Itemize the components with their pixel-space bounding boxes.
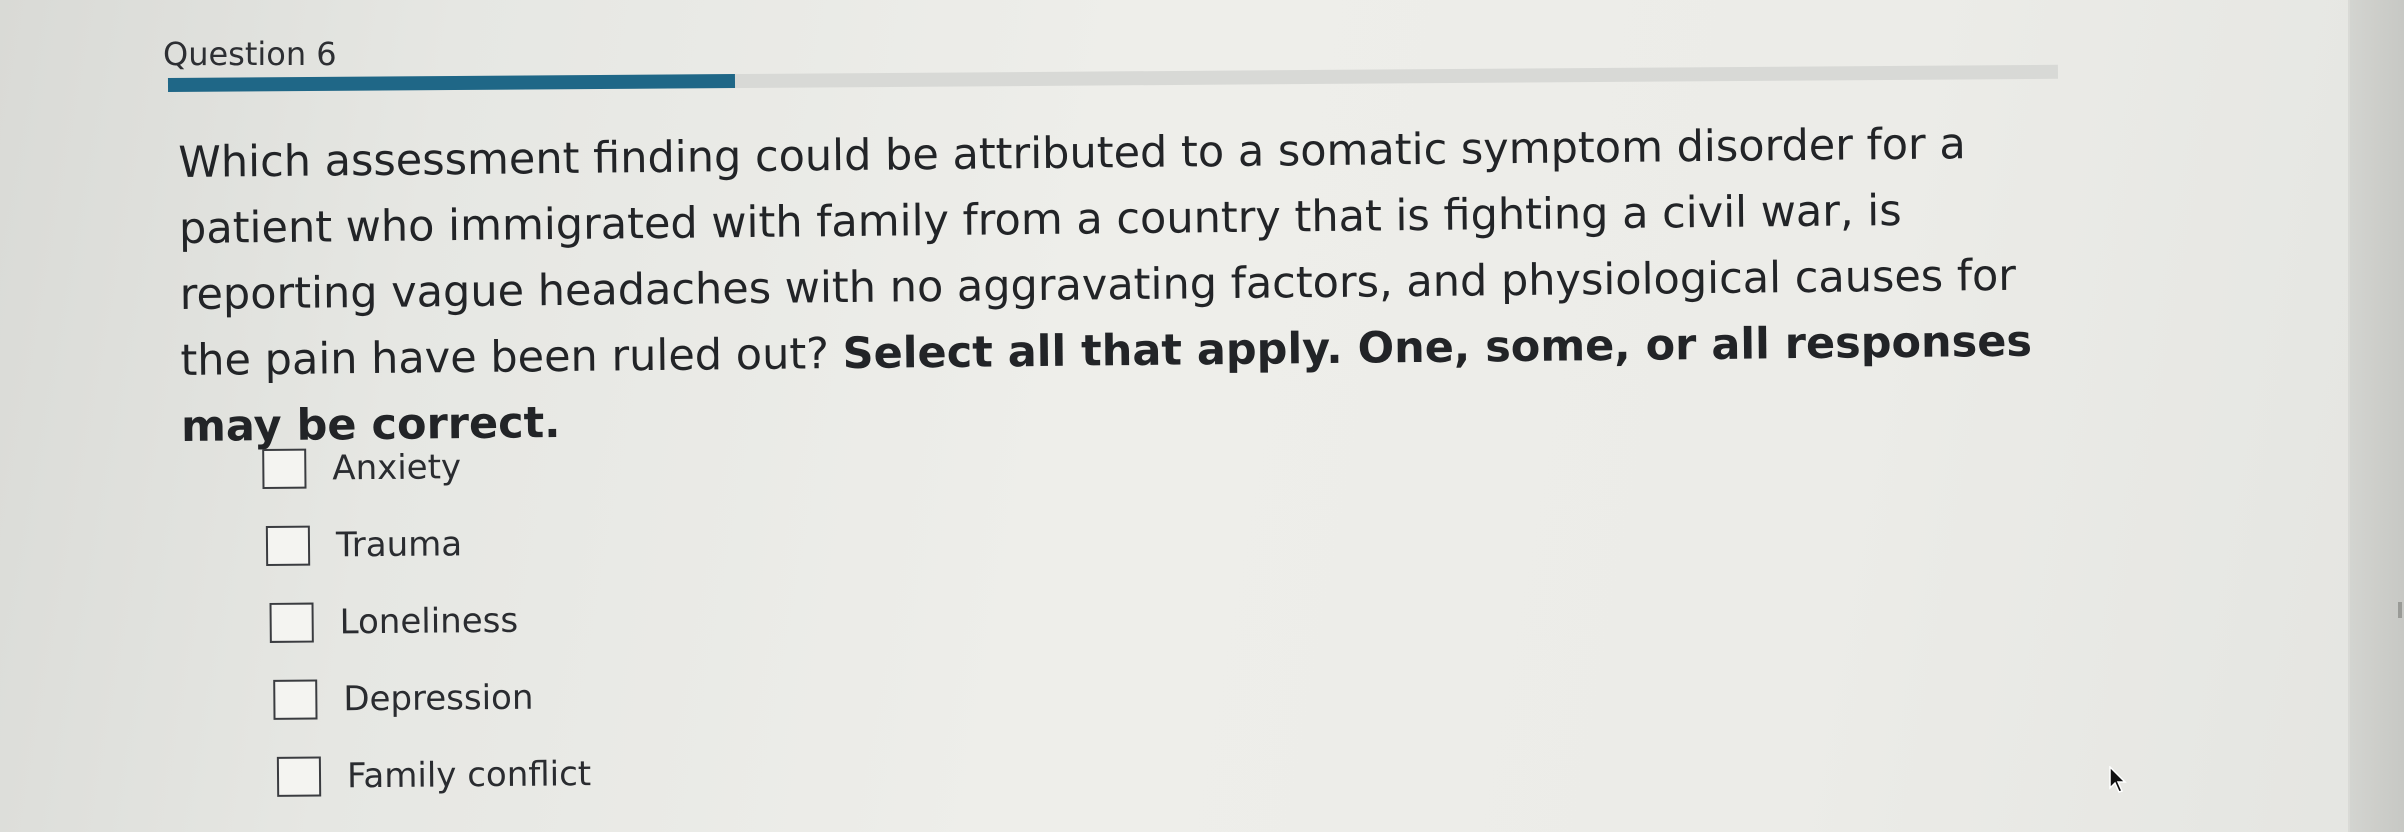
scrollbar-mark: [2398, 602, 2402, 618]
page: Question 6 Which assessment finding coul…: [0, 0, 2350, 832]
checkbox[interactable]: [265, 525, 311, 566]
progress-bar: [167, 64, 2059, 92]
option-label: Loneliness: [339, 600, 519, 642]
question-number-label: Question 6: [163, 35, 337, 73]
checkbox[interactable]: [273, 679, 318, 720]
option-anxiety[interactable]: Anxiety: [262, 425, 863, 507]
option-label: Depression: [343, 677, 534, 719]
progress-fill: [167, 74, 736, 92]
option-label: Family conflict: [346, 753, 592, 796]
option-trauma[interactable]: Trauma: [265, 502, 864, 584]
answer-options: Anxiety Trauma Loneliness Depression Fam…: [262, 425, 865, 815]
option-loneliness[interactable]: Loneliness: [269, 579, 864, 661]
checkbox[interactable]: [276, 755, 322, 797]
question-prompt: Which assessment finding could be attrib…: [178, 110, 2061, 460]
option-label: Anxiety: [332, 446, 462, 488]
mouse-pointer-icon: [2109, 766, 2127, 793]
checkbox[interactable]: [262, 448, 307, 489]
checkbox[interactable]: [269, 602, 314, 643]
option-depression[interactable]: Depression: [273, 656, 865, 738]
option-family-conflict[interactable]: Family conflict: [276, 733, 866, 815]
screen-edge: [2348, 0, 2404, 832]
option-label: Trauma: [335, 523, 463, 565]
